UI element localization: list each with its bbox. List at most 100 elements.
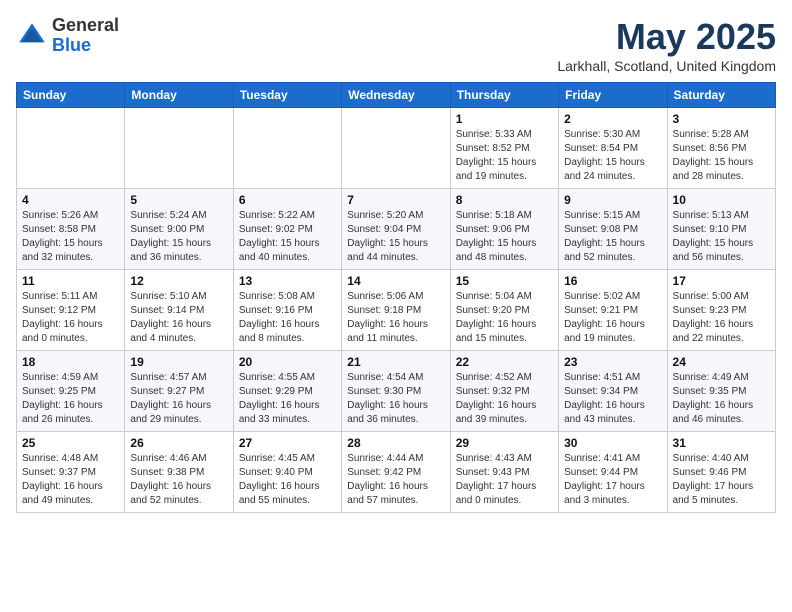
calendar-cell: 29 Sunrise: 4:43 AM Sunset: 9:43 PM Dayli… <box>450 432 558 513</box>
day-detail: Sunrise: 5:20 AM Sunset: 9:04 PM Dayligh… <box>347 209 444 265</box>
day-detail: Sunrise: 4:46 AM Sunset: 9:38 PM Dayligh… <box>130 452 227 508</box>
calendar-cell: 30 Sunrise: 4:41 AM Sunset: 9:44 PM Dayli… <box>559 432 667 513</box>
day-number: 3 <box>673 112 770 126</box>
calendar-cell: 26 Sunrise: 4:46 AM Sunset: 9:38 PM Dayli… <box>125 432 233 513</box>
day-detail: Sunrise: 5:24 AM Sunset: 9:00 PM Dayligh… <box>130 209 227 265</box>
calendar-cell: 2 Sunrise: 5:30 AM Sunset: 8:54 PM Daylig… <box>559 108 667 189</box>
day-number: 23 <box>564 355 661 369</box>
calendar-cell <box>125 108 233 189</box>
day-detail: Sunrise: 4:51 AM Sunset: 9:34 PM Dayligh… <box>564 371 661 427</box>
calendar-cell: 17 Sunrise: 5:00 AM Sunset: 9:23 PM Dayli… <box>667 270 775 351</box>
day-detail: Sunrise: 5:33 AM Sunset: 8:52 PM Dayligh… <box>456 128 553 184</box>
calendar-cell: 10Sunrise: 5:13 AM Sunset: 9:10 PM Dayli… <box>667 189 775 270</box>
calendar-cell: 24Sunrise: 4:49 AM Sunset: 9:35 PM Dayli… <box>667 351 775 432</box>
day-detail: Sunrise: 5:22 AM Sunset: 9:02 PM Dayligh… <box>239 209 336 265</box>
day-number: 5 <box>130 193 227 207</box>
day-number: 21 <box>347 355 444 369</box>
calendar-cell: 1 Sunrise: 5:33 AM Sunset: 8:52 PM Daylig… <box>450 108 558 189</box>
calendar-cell: 22 Sunrise: 4:52 AM Sunset: 9:32 PM Dayli… <box>450 351 558 432</box>
day-detail: Sunrise: 4:52 AM Sunset: 9:32 PM Dayligh… <box>456 371 553 427</box>
day-number: 2 <box>564 112 661 126</box>
day-number: 12 <box>130 274 227 288</box>
calendar-cell: 4 Sunrise: 5:26 AM Sunset: 8:58 PM Daylig… <box>17 189 125 270</box>
day-detail: Sunrise: 4:43 AM Sunset: 9:43 PM Dayligh… <box>456 452 553 508</box>
day-number: 25 <box>22 436 119 450</box>
calendar-week-3: 11Sunrise: 5:11 AM Sunset: 9:12 PM Dayli… <box>17 270 776 351</box>
day-detail: Sunrise: 5:06 AM Sunset: 9:18 PM Dayligh… <box>347 290 444 346</box>
calendar-cell: 7 Sunrise: 5:20 AM Sunset: 9:04 PM Daylig… <box>342 189 450 270</box>
day-detail: Sunrise: 5:02 AM Sunset: 9:21 PM Dayligh… <box>564 290 661 346</box>
calendar-cell: 27Sunrise: 4:45 AM Sunset: 9:40 PM Dayli… <box>233 432 341 513</box>
calendar-week-2: 4 Sunrise: 5:26 AM Sunset: 8:58 PM Daylig… <box>17 189 776 270</box>
title-month: May 2025 <box>557 16 776 58</box>
calendar-cell: 3 Sunrise: 5:28 AM Sunset: 8:56 PM Daylig… <box>667 108 775 189</box>
day-detail: Sunrise: 4:45 AM Sunset: 9:40 PM Dayligh… <box>239 452 336 508</box>
day-number: 15 <box>456 274 553 288</box>
header-thursday: Thursday <box>450 83 558 108</box>
day-number: 7 <box>347 193 444 207</box>
day-detail: Sunrise: 5:00 AM Sunset: 9:23 PM Dayligh… <box>673 290 770 346</box>
day-number: 6 <box>239 193 336 207</box>
day-detail: Sunrise: 5:18 AM Sunset: 9:06 PM Dayligh… <box>456 209 553 265</box>
day-number: 22 <box>456 355 553 369</box>
header-friday: Friday <box>559 83 667 108</box>
day-detail: Sunrise: 4:41 AM Sunset: 9:44 PM Dayligh… <box>564 452 661 508</box>
calendar-cell: 21 Sunrise: 4:54 AM Sunset: 9:30 PM Dayli… <box>342 351 450 432</box>
day-number: 14 <box>347 274 444 288</box>
logo-blue: Blue <box>52 36 119 56</box>
calendar-cell: 13 Sunrise: 5:08 AM Sunset: 9:16 PM Dayli… <box>233 270 341 351</box>
day-number: 4 <box>22 193 119 207</box>
day-detail: Sunrise: 5:30 AM Sunset: 8:54 PM Dayligh… <box>564 128 661 184</box>
day-number: 18 <box>22 355 119 369</box>
calendar-cell: 18 Sunrise: 4:59 AM Sunset: 9:25 PM Dayli… <box>17 351 125 432</box>
logo-general: General <box>52 16 119 36</box>
header-sunday: Sunday <box>17 83 125 108</box>
day-number: 11 <box>22 274 119 288</box>
day-number: 30 <box>564 436 661 450</box>
day-number: 1 <box>456 112 553 126</box>
day-detail: Sunrise: 4:44 AM Sunset: 9:42 PM Dayligh… <box>347 452 444 508</box>
day-number: 19 <box>130 355 227 369</box>
calendar-header-row: SundayMondayTuesdayWednesdayThursdayFrid… <box>17 83 776 108</box>
calendar-cell: 28 Sunrise: 4:44 AM Sunset: 9:42 PM Dayli… <box>342 432 450 513</box>
day-number: 26 <box>130 436 227 450</box>
calendar-cell: 6 Sunrise: 5:22 AM Sunset: 9:02 PM Daylig… <box>233 189 341 270</box>
day-detail: Sunrise: 5:04 AM Sunset: 9:20 PM Dayligh… <box>456 290 553 346</box>
day-detail: Sunrise: 4:54 AM Sunset: 9:30 PM Dayligh… <box>347 371 444 427</box>
header-wednesday: Wednesday <box>342 83 450 108</box>
day-number: 29 <box>456 436 553 450</box>
calendar-cell: 8Sunrise: 5:18 AM Sunset: 9:06 PM Daylig… <box>450 189 558 270</box>
day-number: 24 <box>673 355 770 369</box>
calendar-cell: 9 Sunrise: 5:15 AM Sunset: 9:08 PM Daylig… <box>559 189 667 270</box>
calendar-cell <box>17 108 125 189</box>
logo-icon <box>16 20 48 52</box>
day-number: 28 <box>347 436 444 450</box>
day-detail: Sunrise: 4:55 AM Sunset: 9:29 PM Dayligh… <box>239 371 336 427</box>
day-number: 16 <box>564 274 661 288</box>
calendar-cell: 20 Sunrise: 4:55 AM Sunset: 9:29 PM Dayli… <box>233 351 341 432</box>
calendar-cell: 23 Sunrise: 4:51 AM Sunset: 9:34 PM Dayli… <box>559 351 667 432</box>
calendar-cell: 16 Sunrise: 5:02 AM Sunset: 9:21 PM Dayli… <box>559 270 667 351</box>
day-number: 13 <box>239 274 336 288</box>
day-detail: Sunrise: 5:08 AM Sunset: 9:16 PM Dayligh… <box>239 290 336 346</box>
logo: General Blue <box>16 16 119 56</box>
day-detail: Sunrise: 5:28 AM Sunset: 8:56 PM Dayligh… <box>673 128 770 184</box>
title-block: May 2025 Larkhall, Scotland, United King… <box>557 16 776 74</box>
day-detail: Sunrise: 5:26 AM Sunset: 8:58 PM Dayligh… <box>22 209 119 265</box>
day-number: 17 <box>673 274 770 288</box>
calendar-week-1: 1 Sunrise: 5:33 AM Sunset: 8:52 PM Daylig… <box>17 108 776 189</box>
title-location: Larkhall, Scotland, United Kingdom <box>557 58 776 74</box>
calendar-cell: 25Sunrise: 4:48 AM Sunset: 9:37 PM Dayli… <box>17 432 125 513</box>
day-detail: Sunrise: 5:15 AM Sunset: 9:08 PM Dayligh… <box>564 209 661 265</box>
day-number: 20 <box>239 355 336 369</box>
day-number: 9 <box>564 193 661 207</box>
calendar-cell <box>342 108 450 189</box>
day-detail: Sunrise: 4:57 AM Sunset: 9:27 PM Dayligh… <box>130 371 227 427</box>
calendar-cell: 19 Sunrise: 4:57 AM Sunset: 9:27 PM Dayli… <box>125 351 233 432</box>
calendar-cell: 14 Sunrise: 5:06 AM Sunset: 9:18 PM Dayli… <box>342 270 450 351</box>
calendar-cell: 12Sunrise: 5:10 AM Sunset: 9:14 PM Dayli… <box>125 270 233 351</box>
calendar-cell: 15 Sunrise: 5:04 AM Sunset: 9:20 PM Dayli… <box>450 270 558 351</box>
day-number: 10 <box>673 193 770 207</box>
calendar-cell: 11Sunrise: 5:11 AM Sunset: 9:12 PM Dayli… <box>17 270 125 351</box>
day-detail: Sunrise: 4:59 AM Sunset: 9:25 PM Dayligh… <box>22 371 119 427</box>
